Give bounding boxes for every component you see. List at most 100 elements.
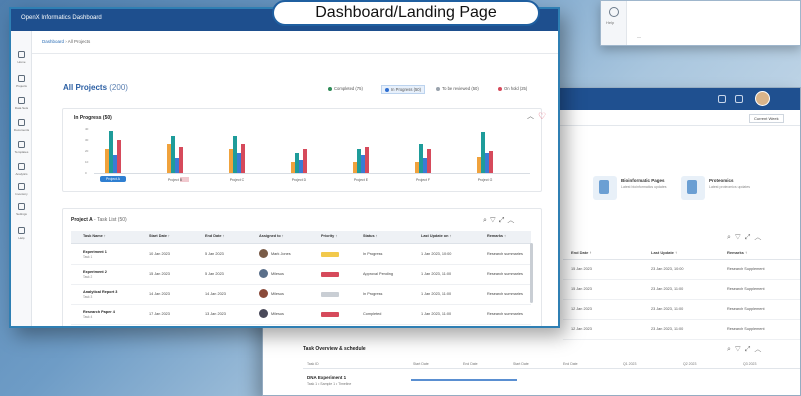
sidebar-item-datasets[interactable]: Data Sets [11,95,32,113]
filter-icon[interactable]: ▽ [735,234,745,241]
top-window-sidebar: Help [601,1,627,45]
column-header-status[interactable]: Status ↑ [363,234,378,238]
last-updated: 1 Jan 2023, 11:00 [421,272,452,276]
remarks: Research summaries [487,312,523,316]
chart-bar[interactable] [365,146,369,173]
analytics-icon [18,163,25,170]
sidebar-item-label: Data Sets [14,106,29,110]
bell-icon[interactable] [718,95,726,103]
x-tick-label[interactable]: Project G [472,178,498,182]
x-tick-label[interactable]: Project E [348,178,374,182]
breadcrumb-root[interactable]: Dashboard [42,39,64,44]
bar-group[interactable] [353,129,369,173]
chart-bar[interactable] [179,146,183,173]
sidebar-item-label: Inventory [15,192,28,196]
settings-icon[interactable] [735,95,743,103]
table-row[interactable]: 15 Jan 2023 23 Jan 2023, 10:00 Research … [563,260,800,280]
bar-group[interactable] [477,129,493,173]
column-header[interactable]: End Date ↑ [571,250,591,255]
chart-bar[interactable] [303,148,307,173]
sidebar-item-settings[interactable]: Settings [11,201,32,219]
table-row[interactable]: 15 Jan 2023 23 Jan 2023, 11:00 Research … [563,280,800,300]
collapse-icon[interactable]: ︿ [507,217,517,224]
task-name: Analytical Report 3 [83,290,118,294]
column-header-remarks[interactable]: Remarks ↑ [487,234,506,238]
column-header[interactable]: Last Update ↑ [651,250,677,255]
chart-bar[interactable] [241,144,245,173]
table-row[interactable]: Experiment 2 Task 2 15 Jan 2023 5 Jan 2023 M… [71,265,531,285]
column-header-end[interactable]: End Date ↑ [205,234,224,238]
search-icon[interactable]: ⌕ [483,217,490,224]
table-row[interactable]: Analytical Report 3 Task 3 14 Jan 2023 14 J… [71,285,531,305]
background-window-top: Help [600,0,801,46]
column-header-start[interactable]: Start Date ↑ [149,234,170,238]
chart-bar[interactable] [117,140,121,173]
collapse-icon[interactable]: ︿ [754,346,765,353]
collapse-icon[interactable]: ︿ [527,111,534,121]
gantt-row[interactable]: DNA Experiment 1 Task 1 • Sample 1 • Tim… [303,372,800,390]
x-tick-label[interactable]: Project B [162,178,188,182]
sidebar-item-documents[interactable]: Documents [11,117,32,135]
column-header-task[interactable]: Task Name ↑ [83,234,106,238]
search-icon[interactable]: ⌕ [727,346,735,353]
sidebar-item-analytics[interactable]: Analytics [11,161,32,179]
y-tick-label: 30 [85,138,89,142]
table-row[interactable]: 12 Jan 2023 23 Jan 2023, 11:00 Research … [563,300,800,320]
bar-group[interactable] [291,129,307,173]
y-tick-label: 40 [85,127,89,131]
sidebar-item-templates[interactable]: Templates [11,139,32,157]
task-name: Research Paper 4 [83,310,115,314]
dataset-icon [18,97,25,104]
filter-icon[interactable]: ▽ [735,346,745,353]
quick-card[interactable]: Bioinformatic Pages Latest bioinformatic… [593,174,679,204]
x-tick-label[interactable]: Project F [410,178,436,182]
status-filter-in-progress[interactable]: In Progress (50) [381,85,426,94]
status-filter-label: Completed (75) [334,86,363,91]
gantt-bar[interactable] [411,379,517,381]
sidebar-item-projects[interactable]: Projects [11,73,32,91]
remarks: Research summaries [487,292,523,296]
expand-icon[interactable]: ⤢ [745,346,755,353]
column-header-assignee[interactable]: Assigned to ↑ [259,234,284,238]
collapse-icon[interactable]: ︿ [754,234,765,241]
bar-group[interactable] [415,129,431,173]
sidebar-item-home[interactable]: Home [11,49,32,67]
sidebar-item-label: Analytics [15,172,28,176]
x-tick-label[interactable]: Project A [100,176,126,182]
sidebar-item-label: Templates [14,150,29,154]
card-thumbnail-icon [681,176,705,200]
column-header-priority[interactable]: Priority ↑ [321,234,337,238]
search-icon[interactable]: ⌕ [727,234,735,241]
priority-badge [321,312,339,317]
column-header[interactable]: Remarks ↑ [727,250,747,255]
sidebar-item-inventory[interactable]: Inventory [11,181,32,199]
sidebar-item-label: Settings [16,212,27,216]
column-header-updated[interactable]: Last Update on ↑ [421,234,451,238]
status-filter-label: To be reviewed (50) [442,86,479,91]
period-select[interactable]: Current Week [749,114,784,123]
table-row[interactable]: Research Paper 4 Task 4 17 Jan 2023 13 Jan … [71,305,531,325]
cell: 23 Jan 2023, 11:00 [651,287,684,291]
expand-icon[interactable]: ⤢ [745,234,755,241]
bar-group[interactable] [167,129,183,173]
status-filter-on-hold[interactable]: On hold (25) [498,86,527,91]
filter-icon[interactable]: ▽ [490,217,499,224]
x-tick-label[interactable]: Project D [286,178,312,182]
status-filter-to-be-reviewed[interactable]: To be reviewed (50) [436,86,479,91]
table-row[interactable]: 12 Jan 2023 23 Jan 2023, 11:00 Research … [563,320,800,340]
priority-badge [321,292,339,297]
quick-card[interactable]: Proteomics Latest proteomics updates [681,174,767,204]
x-tick-label[interactable]: Project C [224,178,250,182]
bar-group[interactable] [229,129,245,173]
status-filter-label: On hold (25) [504,86,528,91]
remarks: Research summaries [487,272,523,276]
bar-group[interactable] [105,129,121,173]
chart-bar[interactable] [427,148,431,173]
chart-bar[interactable] [489,151,493,173]
table-scrollbar[interactable] [530,243,533,303]
status-filter-completed[interactable]: Completed (75) [328,86,363,91]
user-avatar[interactable] [755,91,770,106]
sidebar-item-help[interactable]: Help [11,225,32,243]
heart-icon[interactable]: ♡ [538,111,546,122]
table-row[interactable]: Experiment 1 Task 1 10 Jan 2023 5 Jan 2023 M… [71,245,531,265]
